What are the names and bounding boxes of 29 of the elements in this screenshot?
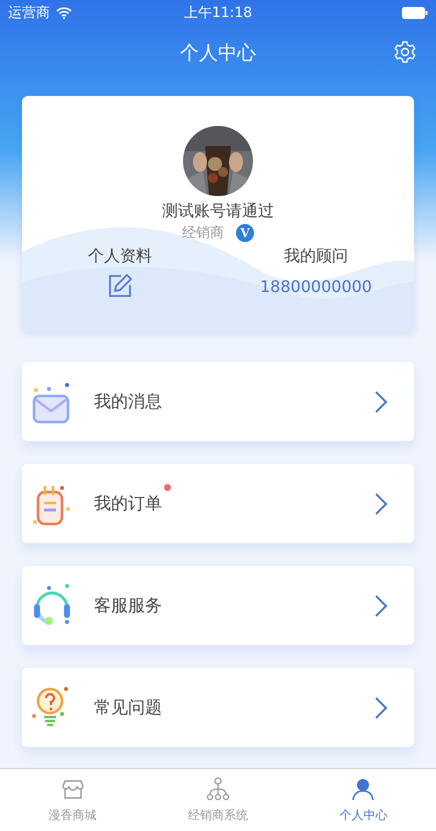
wifi-icon [56,6,72,18]
advisor-label: 我的顾问 [284,246,348,267]
menu-label: 常见问题 [94,697,162,719]
verified-badge: V [236,224,254,242]
headset-icon [32,584,72,628]
menu-item[interactable]: 客服服务 [22,566,414,645]
menu-label: 客服服务 [94,595,162,617]
tab[interactable]: 个人中心 [290,769,436,831]
battery-icon [402,6,428,18]
menu-item[interactable]: 我的订单 [22,464,414,543]
status-time: 上午11:18 [184,4,252,22]
chevron-right-icon [374,492,388,516]
menu-item[interactable]: 常见问题 [22,668,414,747]
chevron-right-icon [374,594,388,618]
carrier-name: 运营商 [8,4,50,22]
menu-label: 我的消息 [94,391,162,413]
chevron-right-icon [374,696,388,720]
advisor-phone[interactable]: 18800000000 [260,277,372,296]
profile-link[interactable]: 个人资料 [88,246,152,267]
settings-icon[interactable] [393,40,417,64]
person-icon [351,776,376,800]
menu-item[interactable]: 我的消息 [22,362,414,441]
menu-label: 我的订单 [94,493,162,515]
user-role: 经销商 [182,224,224,242]
page-title: 个人中心 [180,40,256,66]
edit-icon[interactable] [107,273,133,299]
user-name: 测试账号请通过 [162,201,274,222]
hierarchy-icon [206,776,230,800]
chevron-right-icon [374,390,388,414]
